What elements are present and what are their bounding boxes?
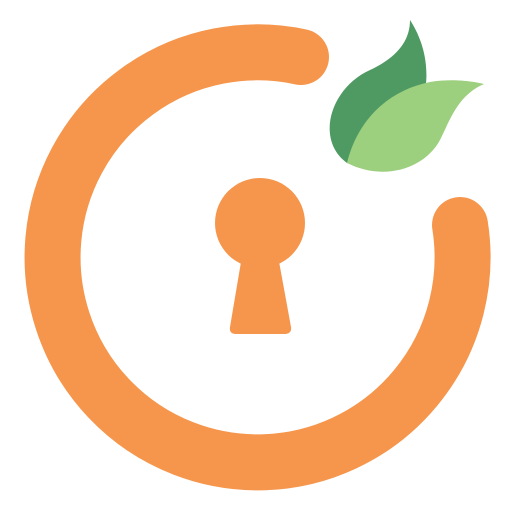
logo-mark [24,20,491,491]
leaves-icon [329,20,484,172]
logo-canvas [0,0,512,512]
keyhole-head [215,178,305,268]
keyhole-stem [229,256,292,334]
keyhole-icon [215,178,305,334]
